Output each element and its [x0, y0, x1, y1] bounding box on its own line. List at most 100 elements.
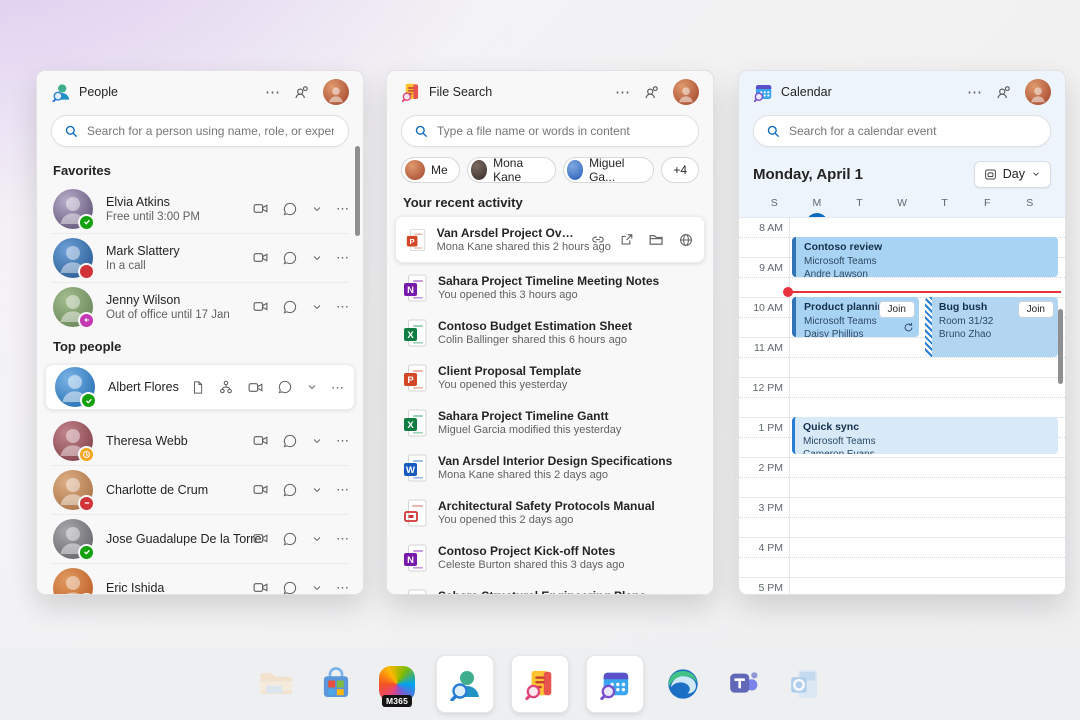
taskbar-m365-copilot-icon[interactable]: M365 [375, 662, 419, 706]
taskbar-file-search-app[interactable] [511, 655, 569, 713]
file-row-client-proposal[interactable]: P Client Proposal TemplateYou opened thi… [387, 355, 713, 400]
chevron-down-icon[interactable] [311, 252, 323, 264]
chat-icon[interactable] [282, 531, 298, 547]
chat-icon[interactable] [282, 250, 298, 266]
chevron-down-icon[interactable] [311, 301, 323, 313]
chevron-down-icon[interactable] [306, 381, 318, 393]
more-options-icon[interactable]: ⋯ [615, 85, 630, 100]
chevron-down-icon[interactable] [311, 484, 323, 496]
file-row-van-arsdel-overview[interactable]: P Van Arsdel Project Overview...Mona Kan… [395, 216, 705, 263]
file-subtitle: You opened this 3 hours ago [438, 289, 659, 301]
person-row-eric-ishida[interactable]: Eric Ishida ⋯ [37, 563, 363, 595]
globe-icon[interactable] [678, 232, 694, 248]
taskbar-file-explorer-icon[interactable] [253, 662, 297, 706]
row-more-icon[interactable]: ⋯ [336, 483, 349, 496]
taskbar-microsoft-store-icon[interactable] [314, 662, 358, 706]
people-app-icon [51, 82, 71, 102]
chevron-down-icon[interactable] [311, 582, 323, 594]
chat-icon[interactable] [277, 379, 293, 395]
event-product-planning[interactable]: Product planning Microsoft Teams Daisy P… [792, 297, 919, 337]
file-title: Architectural Safety Protocols Manual [438, 499, 655, 513]
person-row-theresa-webb[interactable]: Theresa Webb ⋯ [37, 416, 363, 465]
user-avatar[interactable] [673, 79, 699, 105]
file-row-safety-protocols[interactable]: Architectural Safety Protocols ManualYou… [387, 490, 713, 535]
person-row-charlotte-de-crum[interactable]: Charlotte de Crum ⋯ [37, 465, 363, 514]
taskbar-outlook-icon[interactable] [783, 662, 827, 706]
chat-icon[interactable] [282, 580, 298, 596]
row-more-icon[interactable]: ⋯ [336, 300, 349, 313]
video-call-icon[interactable] [247, 379, 264, 396]
chip-me[interactable]: Me [401, 157, 460, 183]
people-scrollbar[interactable] [355, 146, 360, 236]
person-row-jenny-wilson[interactable]: Jenny WilsonOut of office until 17 Jan ⋯ [37, 282, 363, 331]
share-icon[interactable] [619, 232, 635, 248]
video-call-icon[interactable] [252, 579, 269, 595]
join-button[interactable]: Join [1018, 301, 1054, 318]
video-call-icon[interactable] [252, 298, 269, 315]
file-search-input[interactable] [435, 123, 686, 139]
chat-icon[interactable] [282, 482, 298, 498]
more-options-icon[interactable]: ⋯ [967, 85, 982, 100]
share-contact-icon[interactable] [643, 84, 660, 101]
chevron-down-icon[interactable] [311, 533, 323, 545]
calendar-scrollbar[interactable] [1058, 309, 1063, 384]
person-row-elvia-atkins[interactable]: Elvia AtkinsFree until 3:00 PM ⋯ [37, 184, 363, 233]
event-bug-bush[interactable]: Bug bush Room 31/32 Bruno Zhao Join [925, 297, 1058, 357]
top-people-section-label: Top people [37, 331, 363, 360]
taskbar-calendar-search-app[interactable] [586, 655, 644, 713]
user-avatar[interactable] [323, 79, 349, 105]
file-subtitle: Celeste Burton shared this 3 days ago [438, 559, 625, 571]
calendar-app-icon [753, 82, 773, 102]
person-row-mark-slattery[interactable]: Mark SlatteryIn a call ⋯ [37, 233, 363, 282]
chat-icon[interactable] [282, 299, 298, 315]
file-row-van-arsdel-interior[interactable]: W Van Arsdel Interior Design Specificati… [387, 445, 713, 490]
row-more-icon[interactable]: ⋯ [336, 202, 349, 215]
calendar-search-input[interactable] [787, 123, 1038, 139]
row-more-icon[interactable]: ⋯ [336, 251, 349, 264]
calendar-day-grid[interactable]: 8 AM 9 AM 10 AM 11 AM 12 PM 1 PM 2 PM 3 … [739, 217, 1065, 594]
file-row-contoso-kickoff[interactable]: N Contoso Project Kick-off NotesCeleste … [387, 535, 713, 580]
chip-mona-kane[interactable]: Mona Kane [467, 157, 556, 183]
share-contact-icon[interactable] [293, 84, 310, 101]
taskbar-edge-icon[interactable] [661, 662, 705, 706]
file-title: Sahara Project Timeline Gantt [438, 409, 621, 423]
video-call-icon[interactable] [252, 200, 269, 217]
file-row-contoso-budget[interactable]: X Contoso Budget Estimation SheetColin B… [387, 310, 713, 355]
video-call-icon[interactable] [252, 249, 269, 266]
chevron-down-icon[interactable] [311, 203, 323, 215]
more-options-icon[interactable]: ⋯ [265, 85, 280, 100]
event-quick-sync[interactable]: Quick sync Microsoft Teams Cameron Evans [792, 417, 1058, 454]
copy-link-icon[interactable] [590, 232, 606, 248]
file-row-sahara-gantt[interactable]: X Sahara Project Timeline GanttMiguel Ga… [387, 400, 713, 445]
join-button[interactable]: Join [879, 301, 915, 318]
file-row-sahara-meeting-notes[interactable]: N Sahara Project Timeline Meeting NotesY… [387, 265, 713, 310]
row-more-icon[interactable]: ⋯ [336, 434, 349, 447]
taskbar-people-search-app[interactable] [436, 655, 494, 713]
share-contact-icon[interactable] [995, 84, 1012, 101]
chip-miguel-garcia[interactable]: Miguel Ga... [563, 157, 655, 183]
chat-icon[interactable] [282, 433, 298, 449]
document-icon[interactable] [190, 380, 205, 395]
avatar [405, 160, 425, 180]
person-status: In a call [106, 260, 180, 272]
view-selector-button[interactable]: Day [974, 161, 1051, 188]
chip-more-people[interactable]: +4 [661, 157, 699, 183]
row-more-icon[interactable]: ⋯ [336, 581, 349, 594]
chevron-down-icon[interactable] [311, 435, 323, 447]
video-call-icon[interactable] [252, 530, 269, 547]
file-row-sahara-structural[interactable]: P Sahara Structural Engineering PlansYou… [387, 580, 713, 595]
video-call-icon[interactable] [252, 432, 269, 449]
row-more-icon[interactable]: ⋯ [331, 381, 344, 394]
people-search-input[interactable] [85, 123, 336, 139]
chat-icon[interactable] [282, 201, 298, 217]
person-row-albert-flores-selected[interactable]: Albert Flores ⋯ [45, 364, 355, 410]
event-contoso-review[interactable]: Contoso review Microsoft Teams Andre Law… [792, 237, 1058, 277]
video-call-icon[interactable] [252, 481, 269, 498]
org-chart-icon[interactable] [218, 379, 234, 395]
people-panel-title: People [79, 85, 118, 99]
user-avatar[interactable] [1025, 79, 1051, 105]
open-folder-icon[interactable] [648, 231, 665, 248]
taskbar-teams-icon[interactable] [722, 662, 766, 706]
person-row-jose-guadalupe[interactable]: Jose Guadalupe De la Torre ⋯ [37, 514, 363, 563]
row-more-icon[interactable]: ⋯ [336, 532, 349, 545]
